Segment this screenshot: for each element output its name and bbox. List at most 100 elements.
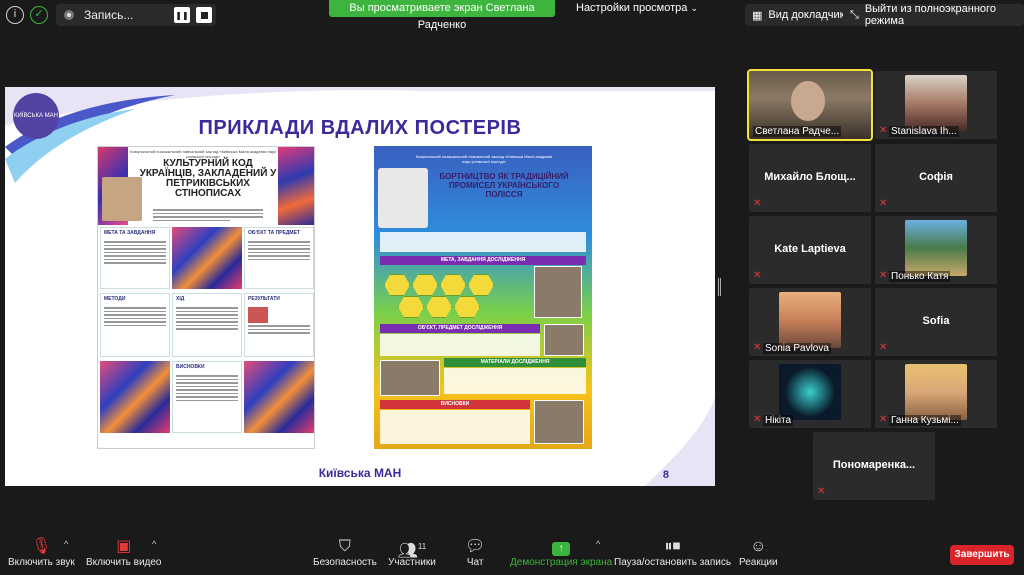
- top-bar: i ✓ Запись... ❚❚ Вы просматриваете экран…: [0, 0, 1024, 31]
- participant-tile[interactable]: ✕ Ганна Кузьмі...: [875, 360, 997, 428]
- poster-photo: [534, 266, 582, 318]
- chat-icon: 💬︎: [465, 538, 486, 555]
- participant-name: Sofia: [922, 315, 950, 327]
- shield-icon[interactable]: ✓: [30, 6, 48, 24]
- poster-section-bar: МЕТА, ЗАВДАННЯ ДОСЛІДЖЕННЯ: [380, 256, 586, 265]
- participant-tile[interactable]: Михайло Блощ... ✕: [749, 144, 871, 212]
- poster-bortnytstvo: Комунальний позашкільний навчальний закл…: [374, 146, 592, 449]
- participant-name: Sonia Pavlova: [763, 343, 831, 354]
- poster-hexagon: [412, 274, 438, 296]
- poster-artwork: [244, 361, 314, 433]
- participant-name: Пономаренка...: [832, 459, 916, 471]
- poster-art: [278, 147, 314, 225]
- poster-hexagon: [454, 296, 480, 318]
- pause-recording-button[interactable]: ❚❚: [174, 7, 190, 23]
- muted-mic-icon: ✕: [753, 414, 762, 425]
- author-photo: [102, 177, 142, 221]
- view-options-menu[interactable]: Настройки просмотра ⌄: [576, 2, 698, 14]
- slide-footnote: · · ·: [97, 445, 104, 450]
- chat-button[interactable]: 💬︎ Чат: [465, 537, 485, 568]
- muted-mic-icon: ✕: [879, 125, 888, 136]
- poster-photo: [380, 360, 440, 396]
- poster-header: Комунальний позашкільний навчальний закл…: [415, 154, 553, 164]
- participant-tile[interactable]: Софія ✕: [875, 144, 997, 212]
- poster-photo: [544, 324, 584, 356]
- participants-label: Участники: [388, 557, 436, 568]
- participants-button[interactable]: 👥︎11 Участники: [388, 537, 436, 568]
- muted-mic-icon: ✕: [753, 342, 762, 353]
- exit-fullscreen-button[interactable]: ⤡ Выйти из полноэкранного режима: [843, 3, 1024, 27]
- poster-author-lines: [153, 207, 263, 223]
- muted-mic-icon: ✕: [817, 486, 826, 497]
- muted-mic-icon: ✕: [879, 198, 888, 209]
- poster-section: РЕЗУЛЬТАТИ: [244, 293, 314, 357]
- poster-hexagon: [440, 274, 466, 296]
- participants-count: 11: [417, 542, 427, 551]
- participant-tile[interactable]: Светлана Радче...: [747, 69, 873, 141]
- security-button[interactable]: ⛉ Безопасность: [313, 537, 377, 568]
- shared-screen-slide: КИЇВСЬКА МАН ПРИКЛАДИ ВДАЛИХ ПОСТЕРІВ Ко…: [5, 87, 715, 486]
- pause-recording-toolbar-button[interactable]: ⏸⏹ Пауза/остановить запись: [614, 537, 731, 568]
- recording-dot-icon: [64, 10, 74, 20]
- exit-fullscreen-icon: ⤡: [850, 8, 859, 21]
- poster-artwork: [172, 227, 242, 289]
- share-banner: Вы просматриваете экран Светлана Радченк…: [329, 0, 555, 31]
- participant-name: Нікіта: [763, 415, 794, 426]
- muted-mic-icon: ✕: [879, 414, 888, 425]
- participant-name: Софія: [919, 171, 953, 183]
- emoji-icon: ☺: [750, 538, 767, 555]
- info-icon[interactable]: i: [6, 6, 24, 24]
- poster-hexagon: [398, 296, 424, 318]
- participant-tile[interactable]: Kate Laptieva ✕: [749, 216, 871, 284]
- poster-section: МЕТОДИ: [100, 293, 170, 357]
- poster-section: ХІД: [172, 293, 242, 357]
- muted-mic-icon: ✕: [879, 342, 888, 353]
- muted-mic-icon: ✕: [879, 270, 888, 281]
- poster-petrykivka: Комунальний позашкільний навчальний закл…: [97, 146, 315, 449]
- poster-section-bar: МАТЕРІАЛИ ДОСЛІДЖЕННЯ: [444, 358, 586, 367]
- participant-tile[interactable]: ✕ Нікіта: [749, 360, 871, 428]
- slide-footer: Київська МАН: [318, 466, 402, 480]
- chevron-up-icon[interactable]: ^: [596, 539, 600, 549]
- muted-mic-icon: ✕: [753, 198, 762, 209]
- poster-section: ОБ'ЄКТ ТА ПРЕДМЕТ: [244, 227, 314, 289]
- chevron-up-icon[interactable]: ^: [64, 539, 68, 549]
- participant-name: Михайло Блощ...: [764, 171, 856, 183]
- end-meeting-button[interactable]: Завершить: [950, 545, 1014, 565]
- poster-text-block: [380, 334, 540, 356]
- author-photo: [378, 168, 428, 228]
- start-video-button[interactable]: ▣ Включить видео: [86, 537, 162, 568]
- speaker-view-label: Вид докладчика: [768, 9, 851, 21]
- chevron-down-icon: ⌄: [690, 3, 699, 13]
- shield-icon: ⛉: [338, 538, 351, 555]
- speaker-view-button[interactable]: ▦ Вид докладчика: [745, 4, 858, 26]
- grid-icon: ▦: [752, 9, 763, 22]
- poster-section: ВИСНОВКИ: [172, 361, 242, 433]
- reactions-label: Реакции: [739, 557, 778, 568]
- slide-title: ПРИКЛАДИ ВДАЛИХ ПОСТЕРІВ: [198, 117, 522, 139]
- participant-name: Kate Laptieva: [774, 243, 846, 255]
- share-screen-label: Демонстрация экрана: [510, 557, 613, 568]
- stop-recording-button[interactable]: [196, 7, 212, 23]
- participant-name: Ганна Кузьмі...: [889, 415, 961, 426]
- chat-label: Чат: [466, 557, 484, 568]
- unmute-label: Включить звук: [8, 557, 75, 568]
- participant-tile[interactable]: Пономаренка... ✕: [813, 432, 935, 500]
- participant-tile[interactable]: ✕ Sonia Pavlova: [749, 288, 871, 356]
- participant-tile[interactable]: Sofia ✕: [875, 288, 997, 356]
- poster-text-block: [444, 368, 586, 394]
- security-label: Безопасность: [313, 557, 377, 568]
- pause-stop-icon: ⏸⏹: [664, 538, 681, 555]
- pause-recording-label: Пауза/остановить запись: [614, 557, 732, 568]
- reactions-button[interactable]: ☺ Реакции: [739, 537, 778, 568]
- poster-title: КУЛЬТУРНИЙ КОД УКРАЇНЦІВ, ЗАКЛАДЕНИЙ У П…: [139, 158, 277, 199]
- chevron-up-icon[interactable]: ^: [152, 539, 156, 549]
- participant-tile[interactable]: ✕ Понько Катя: [875, 216, 997, 284]
- participant-tile[interactable]: ✕ Stanislava Ih...: [875, 71, 997, 139]
- resize-handle[interactable]: [718, 278, 721, 296]
- participant-name: Stanislava Ih...: [889, 126, 959, 137]
- poster-hexagon: [468, 274, 494, 296]
- recording-indicator: Запись... ❚❚: [56, 4, 216, 26]
- poster-section-bar: ВИСНОВКИ: [380, 400, 530, 409]
- view-options-label: Настройки просмотра: [576, 2, 688, 14]
